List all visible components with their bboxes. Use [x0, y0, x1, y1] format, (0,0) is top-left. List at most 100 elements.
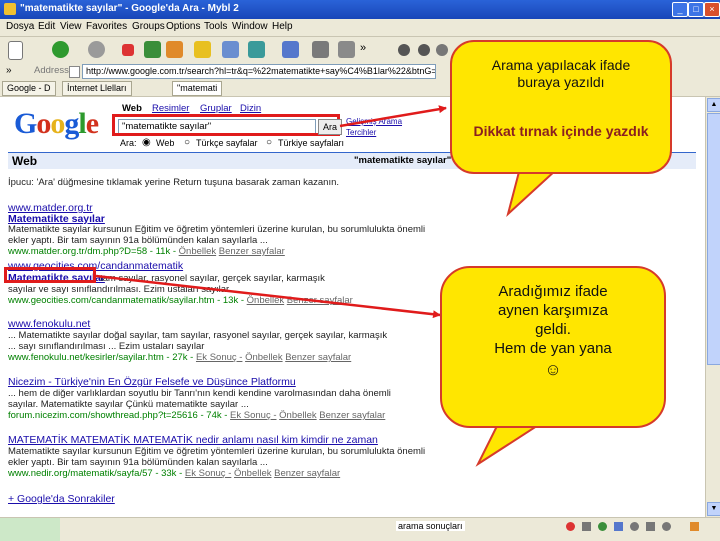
nav-groups[interactable]: Gruplar [200, 103, 232, 114]
callout-top-text-1: Arama yapılacak ifade buraya yazıldı [491, 57, 631, 90]
result-5-footer: www.nedir.org/matematik/sayfa/57 - 33k -… [8, 468, 340, 479]
result-4-cache[interactable]: Önbellek [279, 410, 317, 421]
result-4-extra[interactable]: Ek Sonuç - [230, 410, 276, 421]
status-icon-1 [566, 522, 575, 531]
more-results-link[interactable]: + Google'da Sonrakiler [8, 493, 115, 505]
new-page-icon[interactable] [8, 41, 23, 60]
result-2-cache[interactable]: Önbellek [247, 295, 285, 306]
nav-directory[interactable]: Dizin [240, 103, 261, 114]
status-icon-7 [662, 522, 671, 531]
chevron-left-icon[interactable]: » [6, 65, 12, 76]
result-3-similar[interactable]: Benzer sayfalar [285, 352, 351, 363]
menu-window[interactable]: Window [232, 21, 268, 32]
forward-icon[interactable] [88, 41, 105, 58]
status-green-block [0, 518, 60, 541]
tab-internet-label: İnternet Llelları [67, 83, 127, 93]
result-3-snippet-1: ... Matematikte sayılar doğal sayılar, t… [8, 330, 388, 341]
result-3-snippet-2: ... sayı sınıflandırılması ... Ezim usta… [8, 341, 205, 352]
result-1-similar[interactable]: Benzer sayfalar [219, 246, 285, 257]
tip-text: İpucu: 'Ara' düğmesine tıklamak yerine R… [8, 177, 340, 188]
result-3-extra[interactable]: Ek Sonuç - [196, 352, 242, 363]
result-2-footer: www.geocities.com/candanmatematik/sayila… [8, 295, 353, 306]
result-4-title[interactable]: Nicezim - Türkiye'nin En Özgür Felsefe v… [8, 376, 296, 388]
tab-google[interactable]: Google - D [2, 81, 56, 96]
callout-top-text-2: Dikkat tırnak içinde yazdık [473, 123, 649, 139]
result-3-cache[interactable]: Önbellek [245, 352, 283, 363]
result-2-highlight-box [4, 267, 96, 283]
nav-images[interactable]: Resimler [152, 103, 189, 114]
menu-tools[interactable]: Tools [204, 21, 227, 32]
menu-favorites[interactable]: Favorites [86, 21, 127, 32]
menu-dosya[interactable]: Dosya [6, 21, 34, 32]
scroll-thumb[interactable] [707, 113, 720, 365]
result-5-similar[interactable]: Benzer sayfalar [274, 468, 340, 479]
address-input[interactable]: http://www.google.com.tr/search?hl=tr&q=… [82, 64, 436, 79]
result-5-snippet-1: Matematikte sayılar kursunun Eğitim ve ö… [8, 446, 426, 457]
favorites-icon[interactable] [194, 41, 211, 58]
result-3-footer: www.fenokulu.net/kesirler/sayilar.htm - … [8, 352, 351, 363]
back-icon[interactable] [52, 41, 69, 58]
close-button[interactable]: × [704, 2, 720, 17]
result-3-domain[interactable]: www.fenokulu.net [8, 318, 90, 330]
result-2-snippet-1: tam sayılar, rasyonel sayılar, gerçek sa… [100, 273, 325, 284]
menu-bar: Dosya Edit View Favorites Groups Options… [0, 19, 720, 37]
menu-help[interactable]: Help [272, 21, 293, 32]
minimize-button[interactable]: _ [672, 2, 688, 17]
menu-groups[interactable]: Groups [132, 21, 165, 32]
scroll-down-icon[interactable]: ▼ [707, 502, 720, 516]
callout-bottom: Aradığımız ifade aynen karşımıza geldi. … [440, 266, 666, 428]
callout-bottom-text-2: aynen karşımıza [497, 302, 609, 319]
result-4-footer: forum.nicezim.com/showthread.php?t=25616… [8, 410, 385, 421]
address-label: Address [34, 65, 69, 76]
results-query-label: "matematikte sayılar" [354, 155, 452, 166]
advanced-search-link[interactable]: Gelişmiş Arama [346, 117, 402, 126]
google-logo[interactable]: Google [14, 107, 99, 141]
result-4-snippet-1: ... hem de diğer varlıklardan soyutlu bi… [8, 388, 391, 399]
page-icon [69, 66, 80, 78]
search-scope-label: Ara: [120, 138, 137, 148]
radio-turkish[interactable]: ○ [184, 137, 190, 148]
result-5-title[interactable]: MATEMATİK MATEMATİK MATEMATİK nedir anla… [8, 434, 378, 446]
option-web-label: Web [156, 138, 175, 148]
history-icon[interactable] [248, 41, 265, 58]
list-icon[interactable] [338, 41, 355, 58]
radio-turkey[interactable]: ○ [266, 137, 272, 148]
result-1-snippet-1: Matematikte sayılar kursunun Eğitim ve ö… [8, 224, 426, 235]
results-web-label: Web [12, 154, 38, 168]
nav-web[interactable]: Web [122, 103, 142, 114]
result-5-cache[interactable]: Önbellek [234, 468, 272, 479]
maximize-button[interactable]: □ [688, 2, 704, 17]
result-1-footer: www.matder.org.tr/dm.php?D=58 - 11k - Ön… [8, 246, 285, 257]
vertical-scrollbar[interactable]: ▲ ▼ [705, 97, 720, 517]
result-2-similar[interactable]: Benzer sayfalar [287, 295, 353, 306]
option-turkish-label: Türkçe sayfalar [196, 138, 258, 148]
callout-bottom-text-3: geldi. [535, 321, 571, 338]
result-4-snippet-2: sayılar. Matematikte sayılar Çünkü matem… [8, 399, 249, 410]
menu-edit[interactable]: Edit [38, 21, 55, 32]
chevron-right-icon[interactable]: » [360, 41, 370, 58]
callout-bottom-text-1: Aradığımız ifade [498, 283, 608, 300]
settings-icon[interactable] [418, 44, 430, 56]
tab-internet[interactable]: İnternet Llelları [62, 81, 132, 96]
home-icon[interactable] [166, 41, 183, 58]
preferences-link[interactable]: Tercihler [346, 128, 376, 137]
search-toolbar-icon[interactable] [282, 41, 299, 58]
refresh-icon[interactable] [144, 41, 161, 58]
result-5-extra[interactable]: Ek Sonuç - [185, 468, 231, 479]
search-button[interactable]: Ara [318, 119, 342, 135]
tab-active[interactable]: "matemati [172, 81, 223, 96]
result-4-similar[interactable]: Benzer sayfalar [319, 410, 385, 421]
callout-bottom-text-4: Hem de yan yana [494, 340, 612, 357]
scroll-up-icon[interactable]: ▲ [707, 98, 720, 112]
status-icon-5 [630, 522, 639, 531]
tile-icon[interactable] [312, 41, 329, 58]
groups-icon[interactable] [222, 41, 239, 58]
result-5-snippet-2: ekler yaptı. Bir tam sayının 91a bölümün… [8, 457, 268, 468]
stop-icon[interactable] [122, 44, 134, 56]
mail-icon[interactable] [436, 44, 448, 56]
result-1-cache[interactable]: Önbellek [179, 246, 217, 257]
menu-view[interactable]: View [60, 21, 82, 32]
radio-web[interactable]: ◉ [142, 137, 151, 148]
menu-options[interactable]: Options [166, 21, 200, 32]
zoom-icon[interactable] [398, 44, 410, 56]
